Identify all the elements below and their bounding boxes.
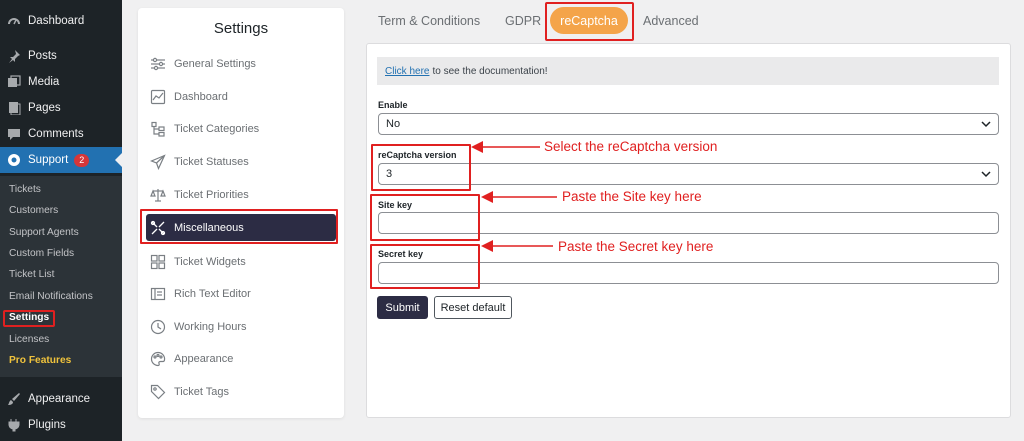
- wp-menu-dashboard[interactable]: Dashboard: [0, 8, 122, 34]
- wp-menu-label: Media: [28, 76, 60, 88]
- media-icon: [7, 75, 21, 89]
- notification-badge: 2: [74, 153, 90, 167]
- wp-menu-media[interactable]: Media: [0, 69, 122, 95]
- editor-icon: [150, 286, 166, 302]
- settings-item-label: Ticket Statuses: [174, 156, 249, 168]
- annotation-secret-key: Paste the Secret key here: [558, 239, 714, 254]
- settings-item-ticket-statuses[interactable]: Ticket Statuses: [150, 149, 336, 175]
- wp-menu-label: Support: [28, 154, 69, 166]
- active-arrow: [115, 153, 122, 167]
- wp-menu-label: Posts: [28, 50, 57, 62]
- wp-menu-label: Dashboard: [28, 15, 85, 27]
- annotation-version: Select the reCaptcha version: [544, 139, 718, 154]
- settings-item-label: Dashboard: [174, 91, 228, 103]
- wp-menu-support[interactable]: Support 2: [0, 147, 122, 173]
- plug-icon: [7, 418, 21, 432]
- lifebuoy-icon: [7, 153, 21, 167]
- recaptcha-tab-highlight-box: [545, 2, 634, 41]
- version-highlight-box: [371, 144, 471, 191]
- tab-advanced[interactable]: Advanced: [643, 14, 699, 28]
- send-icon: [150, 154, 166, 170]
- settings-item-general[interactable]: General Settings: [150, 51, 336, 77]
- settings-item-label: Ticket Priorities: [174, 189, 249, 201]
- settings-title: Settings: [213, 20, 269, 37]
- settings-item-label: Working Hours: [174, 321, 247, 333]
- submenu-support-agents[interactable]: Support Agents: [9, 227, 79, 238]
- settings-item-appearance[interactable]: Appearance: [150, 346, 336, 372]
- settings-highlight-box: [3, 310, 55, 327]
- settings-item-ticket-categories[interactable]: Ticket Categories: [150, 116, 336, 142]
- tab-term-conditions[interactable]: Term & Conditions: [378, 14, 480, 28]
- annotation-site-key: Paste the Site key here: [562, 189, 702, 204]
- chevron-down-icon: [980, 118, 992, 130]
- wp-menu-label: Pages: [28, 102, 61, 114]
- settings-item-label: General Settings: [174, 58, 256, 70]
- wp-menu-posts[interactable]: Posts: [0, 43, 122, 69]
- documentation-link[interactable]: Click here: [385, 66, 429, 77]
- submenu-licenses[interactable]: Licenses: [9, 334, 49, 345]
- pages-icon: [7, 101, 21, 115]
- enable-label: Enable: [378, 100, 408, 110]
- submit-button[interactable]: Submit: [377, 296, 428, 319]
- settings-item-label: Ticket Categories: [174, 123, 260, 135]
- comment-icon: [7, 127, 21, 141]
- grid-icon: [150, 254, 166, 270]
- palette-icon: [150, 351, 166, 367]
- chevron-down-icon: [980, 168, 992, 180]
- sliders-icon: [150, 56, 166, 72]
- balance-icon: [150, 187, 166, 203]
- enable-select-value: No: [386, 118, 401, 130]
- settings-item-label: Appearance: [174, 353, 234, 365]
- submenu-customers[interactable]: Customers: [9, 205, 58, 216]
- recaptcha-version-select[interactable]: 3: [378, 163, 999, 185]
- settings-item-rich-text-editor[interactable]: Rich Text Editor: [150, 281, 336, 307]
- settings-item-dashboard[interactable]: Dashboard: [150, 84, 336, 110]
- tag-icon: [150, 384, 166, 400]
- enable-select[interactable]: No: [378, 113, 999, 135]
- tab-gdpr[interactable]: GDPR: [505, 14, 541, 28]
- wp-menu-comments[interactable]: Comments: [0, 121, 122, 147]
- wp-menu-plugins[interactable]: Plugins: [0, 412, 122, 438]
- submenu-email-notifications[interactable]: Email Notifications: [9, 291, 93, 302]
- settings-item-label: Rich Text Editor: [174, 288, 251, 300]
- settings-item-ticket-widgets[interactable]: Ticket Widgets: [150, 249, 336, 275]
- pin-icon: [7, 49, 21, 63]
- wp-menu-label: Plugins: [28, 419, 66, 431]
- documentation-banner: Click here to see the documentation!: [377, 57, 999, 85]
- settings-item-ticket-tags[interactable]: Ticket Tags: [150, 379, 336, 405]
- wp-menu-pages[interactable]: Pages: [0, 95, 122, 121]
- clock-icon: [150, 319, 166, 335]
- hierarchy-icon: [150, 121, 166, 137]
- submenu-custom-fields[interactable]: Custom Fields: [9, 248, 74, 259]
- submenu-pro-features[interactable]: Pro Features: [9, 355, 71, 366]
- secret-key-highlight-box: [370, 244, 480, 289]
- submenu-tickets[interactable]: Tickets: [9, 184, 41, 195]
- documentation-text: to see the documentation!: [432, 65, 548, 77]
- wp-menu-label: Appearance: [28, 393, 91, 405]
- dashboard-icon: [7, 14, 21, 28]
- miscellaneous-highlight-box: [140, 209, 338, 244]
- submenu-ticket-list[interactable]: Ticket List: [9, 269, 54, 280]
- settings-item-working-hours[interactable]: Working Hours: [150, 314, 336, 340]
- settings-item-ticket-priorities[interactable]: Ticket Priorities: [150, 182, 336, 208]
- wp-menu-label: Comments: [28, 128, 84, 140]
- reset-default-button[interactable]: Reset default: [434, 296, 512, 319]
- brush-icon: [7, 392, 21, 406]
- wp-menu-appearance[interactable]: Appearance: [0, 386, 122, 412]
- settings-item-label: Ticket Widgets: [174, 256, 246, 268]
- settings-item-label: Ticket Tags: [174, 386, 230, 398]
- site-key-highlight-box: [370, 194, 480, 241]
- chart-icon: [150, 89, 166, 105]
